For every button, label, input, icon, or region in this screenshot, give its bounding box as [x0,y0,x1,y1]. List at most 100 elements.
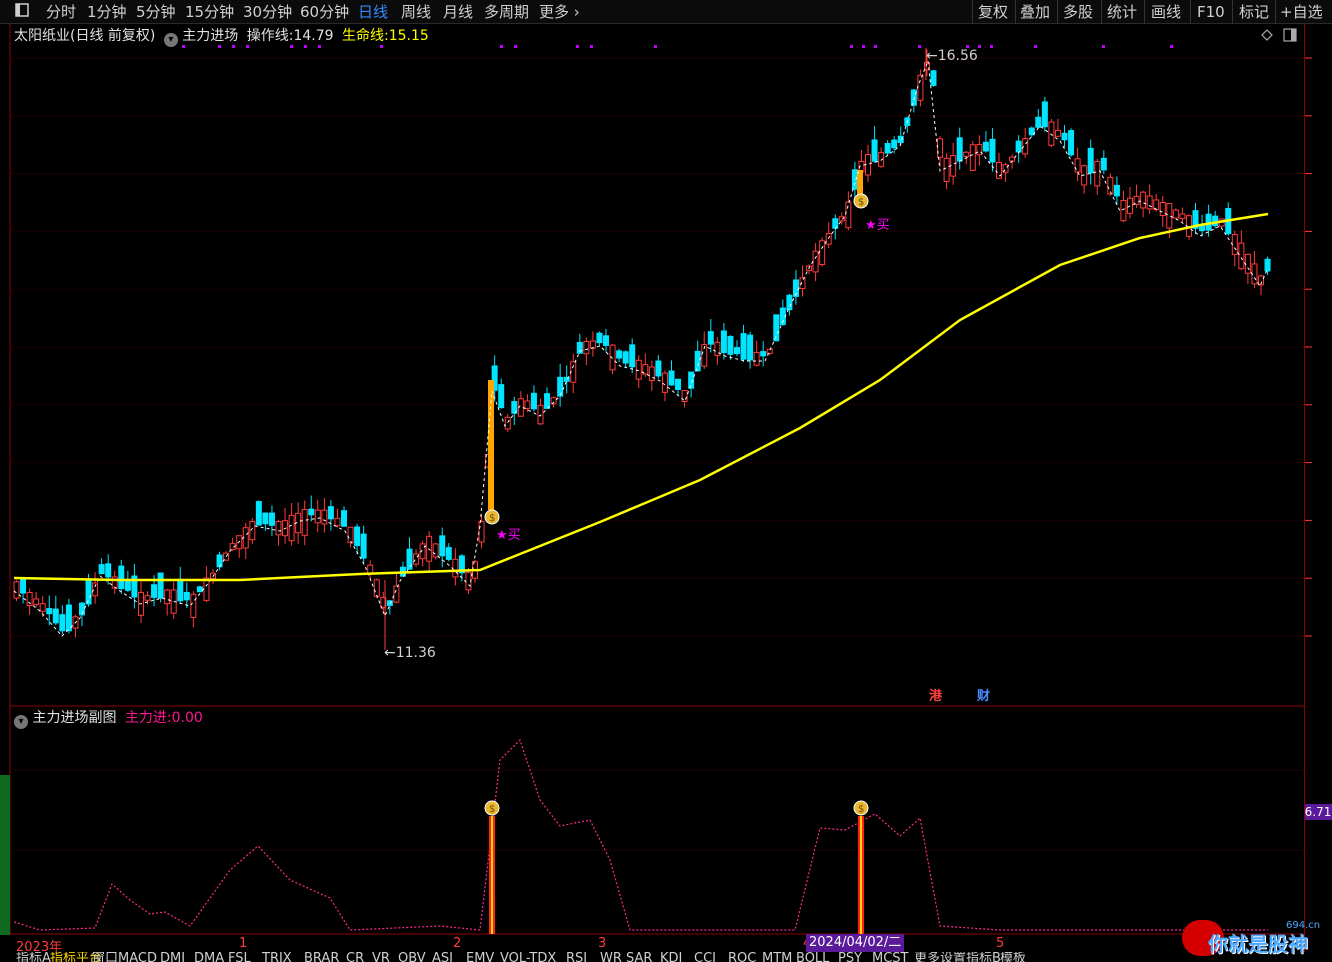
indicator-tab[interactable]: MACD [118,952,157,962]
fuquan-button[interactable]: 复权 [978,2,1008,22]
tab-monthly[interactable]: 月线 [443,2,473,22]
tab-weekly[interactable]: 周线 [401,2,431,22]
candle-body [210,572,216,579]
low-price-label: ←11.36 [384,645,436,661]
candle-body [707,331,714,345]
indicator-tab[interactable]: CR [346,952,364,962]
indicator-tab[interactable]: MTM [762,952,792,962]
mark-button[interactable]: 标记 [1239,2,1269,22]
candle-body [1041,101,1048,128]
candle-body [603,335,609,346]
indicator-tab[interactable]: BOLL [796,952,829,962]
candle-body [1238,242,1245,270]
multi-stock-button[interactable]: 多股 [1063,2,1093,22]
indicator-tab[interactable]: FSL [228,952,251,962]
f10-button[interactable]: F10 [1197,2,1225,22]
tab-15min[interactable]: 15分钟 [185,2,234,22]
panel-icon[interactable] [1283,28,1297,42]
candle-body [1218,218,1225,227]
candle-body [432,543,439,558]
sub-chart-info: ▾ 主力进场副图 主力进:0.00 [14,709,203,729]
indicator-tab[interactable]: DMA [194,952,224,962]
signal-bar [489,816,495,934]
overlay-button[interactable]: 叠加 [1020,2,1050,22]
finance-tag[interactable]: 财 [977,690,990,704]
life-line-label: 生命线: [342,28,389,44]
indicator-tab[interactable]: EMV [466,952,494,962]
candle-body [878,152,885,167]
statistics-button[interactable]: 统计 [1107,2,1137,22]
candle-body [1244,253,1251,274]
tab-60min[interactable]: 60分钟 [300,2,349,22]
grid-lines [0,24,1312,935]
sub-value-label: 主力进: [124,710,172,726]
indicator-tab[interactable]: 指标B [966,952,1001,962]
candle-body [399,566,406,577]
candle-body [1159,202,1166,217]
indicator-tab[interactable]: 窗口 [92,952,118,962]
add-watchlist-button[interactable]: +自选 [1280,2,1323,22]
candle-body [596,332,603,344]
candle-body [79,602,85,616]
candle-body [1009,156,1016,162]
indicator-tab[interactable]: 模板 [1000,952,1026,962]
candle-body [85,580,92,605]
diamond-icon[interactable] [1261,29,1273,41]
candle-body [1172,209,1179,219]
candle-body [779,307,786,326]
kline-chart[interactable]: $ $ $ $ [0,0,1332,962]
indicator-tab[interactable]: BRAR [304,952,339,962]
tab-multi-period[interactable]: 多周期 [484,2,529,22]
candle-body [511,401,518,414]
candle-body [452,558,459,578]
indicator-tab[interactable]: 更多 [914,952,940,962]
indicator-tab[interactable]: DMI [160,952,185,962]
indicator-tab[interactable]: RSI [566,952,587,962]
sub-dropdown-icon[interactable]: ▾ [14,715,28,729]
chevron-right-icon: › [573,3,580,21]
candle-body [917,74,924,101]
candle-body [786,294,793,311]
indicator-tab[interactable]: CCI [694,952,716,962]
tab-1min[interactable]: 1分钟 [87,2,127,22]
candle-body [930,70,937,86]
candle-body [33,598,40,606]
time-axis-month-2: 2 [453,936,462,951]
candle-body [1048,121,1055,146]
indicator-tab[interactable]: ASI [432,952,453,962]
indicator-tab[interactable]: PSY [838,952,862,962]
hk-tag[interactable]: 港 [929,690,942,704]
indicator-tab[interactable]: TRIX [262,952,292,962]
indicator-tabs: 指标A 指标平台 窗口 MACD DMI DMA FSL TRIX BRAR CR VR OBV ASI… [0,952,1332,962]
money-bag-icon [853,193,869,209]
tab-5min[interactable]: 5分钟 [136,2,176,22]
tab-30min[interactable]: 30分钟 [243,2,292,22]
candle-body [1113,184,1120,197]
indicator-dropdown-icon[interactable]: ▾ [163,33,178,47]
candle-body [177,578,184,602]
candle-body [1258,275,1264,286]
candle-body [255,501,262,526]
indicator-tab[interactable]: SAR [626,952,652,962]
tab-more-label: 更多 [539,3,570,21]
tab-fenshi[interactable]: 分时 [46,2,76,22]
candle-body [694,350,701,372]
indicator-tab[interactable]: VR [372,952,390,962]
indicator-tab[interactable]: OBV [398,952,426,962]
draw-line-button[interactable]: 画线 [1151,2,1181,22]
indicator-tab[interactable]: WR [600,952,622,962]
indicator-tab[interactable]: MCST [872,952,909,962]
tab-daily[interactable]: 日线 [358,2,388,22]
indicator-tab[interactable]: 指标A [16,952,51,962]
watermark-site: 694.cn [1286,920,1321,931]
layout-toggle-button[interactable] [14,2,30,22]
indicator-tab[interactable]: KDJ [660,952,682,962]
indicator-tab[interactable]: 设置 [940,952,966,962]
candle-body [1185,215,1192,237]
indicator-tab[interactable]: VOL-TDX [500,952,556,962]
indicator-tab[interactable]: ROC [728,952,756,962]
candle-body [622,351,629,364]
candle-body [203,577,210,601]
tab-more[interactable]: 更多 › [539,2,580,22]
signal-dot [246,45,249,48]
